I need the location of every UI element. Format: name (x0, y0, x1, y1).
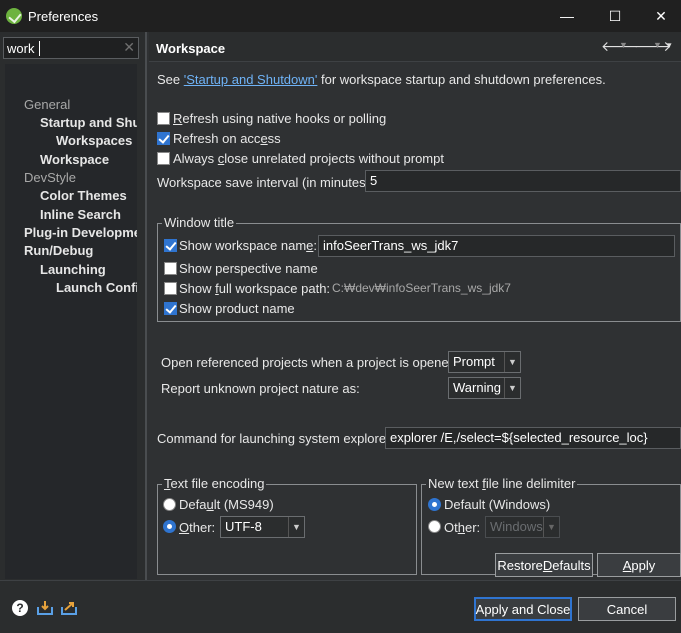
export-icon[interactable] (60, 600, 78, 616)
open-referenced-select[interactable]: Prompt ▼ (448, 351, 521, 373)
show-workspace-name-checkbox[interactable] (164, 239, 177, 252)
chevron-down-icon: ▼ (504, 378, 520, 398)
show-product-name-label: Show product name (179, 301, 295, 316)
preference-tree[interactable]: General Startup and Shutdown Workspaces … (5, 64, 137, 579)
tree-item-startup-and-shutdown[interactable]: Startup and Shutdown (40, 115, 137, 130)
intro-text: See 'Startup and Shutdown' for workspace… (157, 72, 606, 87)
unknown-nature-label: Report unknown project nature as: (161, 381, 360, 396)
chevron-down-icon[interactable]: ▼ (653, 40, 662, 50)
show-perspective-label: Show perspective name (179, 261, 318, 276)
tree-item-launching[interactable]: Launching (40, 262, 106, 277)
close-button[interactable]: ✕ (638, 0, 681, 32)
explorer-command-input[interactable]: explorer /E,/select=${selected_resource_… (385, 427, 681, 449)
window-title-group-label: Window title (162, 215, 237, 230)
filter-text: work (7, 41, 35, 56)
show-workspace-name-label: Show workspace name: (179, 238, 318, 253)
delimiter-default-radio[interactable] (428, 498, 441, 511)
preference-page: Workspace 🡐 ▼ 🡒 ▼ ▾ See 'Startup and Shu… (149, 32, 681, 580)
open-referenced-value: Prompt (453, 354, 495, 369)
chevron-down-icon: ▼ (288, 517, 304, 537)
unknown-nature-select[interactable]: Warning ▼ (448, 377, 521, 399)
line-delimiter-group-label: New text file line delimiter (426, 476, 578, 491)
title-bar: Preferences — ☐ ✕ (0, 0, 681, 32)
tree-item-launch-configurations[interactable]: Launch Configurations (56, 280, 137, 295)
delimiter-other-label: Other: (444, 520, 481, 535)
apply-and-close-button[interactable]: Apply and Close (474, 597, 572, 621)
tree-item-general[interactable]: General (24, 97, 70, 112)
startup-shutdown-link[interactable]: 'Startup and Shutdown' (184, 72, 318, 87)
maximize-button[interactable]: ☐ (592, 0, 638, 32)
chevron-down-icon: ▼ (543, 517, 559, 537)
apply-button[interactable]: Apply (597, 553, 681, 577)
restore-defaults-button[interactable]: Restore Defaults (495, 553, 593, 577)
encoding-other-select[interactable]: UTF-8 ▼ (220, 516, 305, 538)
tree-item-workspaces[interactable]: Workspaces (56, 133, 132, 148)
tree-item-plugin-development[interactable]: Plug-in Development (24, 225, 137, 240)
view-menu-icon[interactable]: ▾ (667, 40, 672, 51)
chevron-down-icon: ▼ (504, 352, 520, 372)
encoding-default-radio[interactable] (163, 498, 176, 511)
close-unrelated-label: Always close unrelated projects without … (173, 151, 444, 166)
spring-leaf-icon (6, 8, 22, 24)
dialog-button-bar: ? Apply and Close Cancel (0, 580, 681, 633)
tree-item-devstyle[interactable]: DevStyle (24, 170, 76, 185)
filter-input[interactable]: work ✕ (3, 37, 139, 59)
encoding-other-label: Other: (179, 520, 216, 535)
tree-item-inline-search[interactable]: Inline Search (40, 207, 121, 222)
refresh-access-checkbox[interactable] (157, 132, 170, 145)
encoding-other-radio[interactable] (163, 520, 176, 533)
delimiter-other-value: Windows (490, 519, 543, 534)
close-unrelated-checkbox[interactable] (157, 152, 170, 165)
cancel-button[interactable]: Cancel (578, 597, 676, 621)
show-product-name-checkbox[interactable] (164, 302, 177, 315)
text-encoding-group-label: Text file encoding (162, 476, 267, 491)
full-path-value: C:₩dev₩infoSeerTrans_ws_jdk7 (332, 281, 511, 295)
page-header: Workspace 🡐 ▼ 🡒 ▼ ▾ (149, 32, 681, 62)
workspace-name-input[interactable]: infoSeerTrans_ws_jdk7 (318, 235, 675, 257)
tree-item-run-debug[interactable]: Run/Debug (24, 243, 93, 258)
encoding-other-value: UTF-8 (225, 519, 262, 534)
clear-filter-icon[interactable]: ✕ (123, 39, 135, 56)
tree-item-workspace[interactable]: Workspace (40, 152, 109, 167)
window-title: Preferences (28, 9, 99, 24)
show-perspective-checkbox[interactable] (164, 262, 177, 275)
open-referenced-label: Open referenced projects when a project … (161, 355, 460, 370)
show-full-path-checkbox[interactable] (164, 282, 177, 295)
chevron-down-icon[interactable]: ▼ (619, 40, 628, 50)
unknown-nature-value: Warning (453, 380, 501, 395)
encoding-default-label: Default (MS949) (179, 497, 274, 512)
delimiter-default-label: Default (Windows) (444, 497, 551, 512)
explorer-command-label: Command for launching system explorer: (157, 431, 394, 446)
delimiter-other-select[interactable]: Windows ▼ (485, 516, 560, 538)
page-title: Workspace (156, 41, 226, 56)
preference-navigation: work ✕ General Startup and Shutdown Work… (0, 32, 147, 580)
save-interval-label: Workspace save interval (in minutes): (157, 175, 374, 190)
delimiter-other-radio[interactable] (428, 520, 441, 533)
text-caret (39, 41, 40, 56)
tree-item-color-themes[interactable]: Color Themes (40, 188, 127, 203)
minimize-button[interactable]: — (544, 0, 590, 32)
save-interval-input[interactable]: 5 (365, 170, 681, 192)
show-full-path-label: Show full workspace path: (179, 281, 331, 296)
import-icon[interactable] (36, 600, 54, 616)
refresh-native-checkbox[interactable] (157, 112, 170, 125)
refresh-native-label: Refresh using native hooks or polling (173, 111, 387, 126)
help-icon[interactable]: ? (12, 600, 28, 616)
refresh-access-label: Refresh on access (173, 131, 281, 146)
